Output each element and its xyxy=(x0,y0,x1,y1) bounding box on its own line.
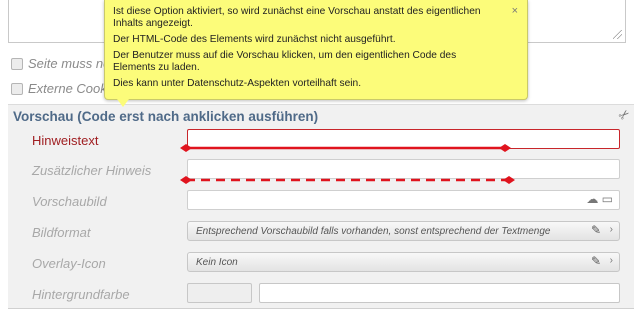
help-tooltip: × Ist diese Option aktiviert, so wird zu… xyxy=(104,0,528,107)
tooltip-tail xyxy=(117,99,129,107)
vorschaubild-input[interactable]: ☁ ▭ xyxy=(187,190,620,210)
hintergrundfarbe-input[interactable] xyxy=(259,283,620,303)
folder-icon[interactable]: ▭ xyxy=(602,192,613,206)
tooltip-line: Der HTML-Code des Elements wird zunächst… xyxy=(113,34,396,45)
option-externe-cookies[interactable]: Externe Cookie xyxy=(11,81,117,96)
bildformat-select[interactable]: Entsprechend Vorschaubild falls vorhande… xyxy=(187,221,620,241)
label-vorschaubild: Vorschaubild xyxy=(32,194,107,209)
scissors-icon[interactable]: ✂ xyxy=(615,105,634,124)
color-swatch[interactable] xyxy=(187,283,252,303)
chevron-right-icon[interactable]: › xyxy=(610,224,613,235)
checkbox[interactable] xyxy=(11,57,23,70)
hinweistext-input[interactable] xyxy=(187,129,620,149)
overlay-select[interactable]: Kein Icon ✎ › xyxy=(187,252,620,272)
option-seite-muss-neu[interactable]: Seite muss neu xyxy=(11,56,118,71)
label-bildformat: Bildformat xyxy=(32,225,91,240)
label-hintergrund: Hintergrundfarbe xyxy=(32,287,130,302)
tooltip-line: Dies kann unter Datenschutz-Aspekten vor… xyxy=(113,78,362,89)
close-icon[interactable]: × xyxy=(512,5,518,17)
resize-grip-icon[interactable] xyxy=(613,30,622,39)
tooltip-line: Ist diese Option aktiviert, so wird zunä… xyxy=(113,6,481,29)
pencil-icon[interactable]: ✎ xyxy=(591,254,601,268)
vorschau-section: Vorschau (Code erst nach anklicken ausfü… xyxy=(8,104,634,309)
checkbox[interactable] xyxy=(11,82,23,95)
zusatz-input[interactable] xyxy=(187,159,620,179)
overlay-value: Kein Icon xyxy=(196,257,238,268)
pencil-icon[interactable]: ✎ xyxy=(591,223,601,237)
cloud-icon[interactable]: ☁ xyxy=(586,192,598,206)
section-title: Vorschau (Code erst nach anklicken ausfü… xyxy=(13,109,319,124)
label-zusatz: Zusätzlicher Hinweis xyxy=(32,163,152,178)
label-overlay: Overlay-Icon xyxy=(32,256,106,271)
tooltip-line: Der Benutzer muss auf die Vorschau klick… xyxy=(113,50,457,73)
label-hinweistext: Hinweistext xyxy=(32,133,99,148)
chevron-right-icon[interactable]: › xyxy=(610,255,613,266)
bildformat-value: Entsprechend Vorschaubild falls vorhande… xyxy=(196,226,551,237)
